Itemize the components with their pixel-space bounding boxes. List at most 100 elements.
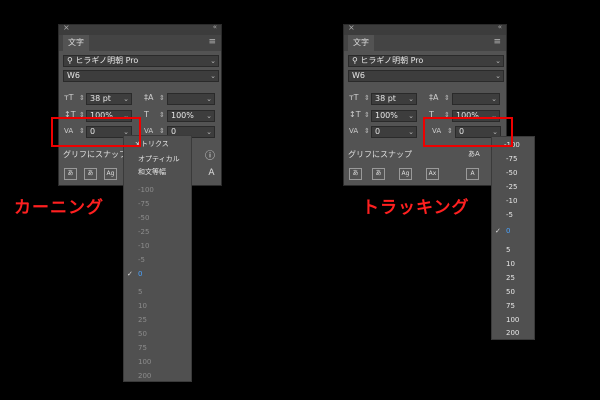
font-family-value: ヒラギノ明朝 Pro [75,56,139,65]
collapse-icon[interactable]: « [213,23,217,31]
leading-icon: ‡A [429,93,439,102]
vertical-scale-icon: ↕T [349,110,361,119]
dropdown-item[interactable]: 25 [138,316,147,324]
tracking-dropdown-menu: -100 -75 -50 -25 -10 -5 ✓ 0 5 10 25 50 7… [491,136,535,340]
dropdown-item[interactable]: 75 [506,302,515,310]
dropdown-item[interactable]: -25 [138,228,149,236]
dropdown-item[interactable]: -10 [506,197,517,205]
dropdown-item[interactable]: 5 [138,288,142,296]
panel-titlebar: × « [344,23,506,35]
dropdown-item[interactable]: 10 [138,302,147,310]
snap-baseline-icon[interactable]: あ [64,168,77,180]
font-style-dropdown[interactable]: W6 ⌄ [348,70,504,82]
chevron-down-icon: ⌄ [495,57,501,65]
kerning-icon: VA [349,127,359,135]
chevron-down-icon: ⌄ [123,95,129,103]
kerning-field[interactable]: 0 ⌄ [371,126,417,138]
snap-angular-icon[interactable]: A [205,168,218,180]
glyph-snap-label: グリフにスナップ [348,150,412,159]
snap-xheight-icon[interactable]: あ [372,168,385,180]
checkmark-icon: ✓ [127,270,133,278]
leading-field[interactable]: ⌄ [452,93,500,105]
tab-character[interactable]: 文字 [63,35,89,51]
snap-glyph-bounds-icon[interactable]: Ag [399,168,412,180]
chevron-down-icon: ⌄ [206,95,212,103]
stepper-icon[interactable]: ⇕ [159,110,165,120]
snap-angular-icon[interactable]: A [466,168,479,180]
horizontal-scale-field[interactable]: 100% ⌄ [167,110,215,122]
leading-field[interactable]: ⌄ [167,93,215,105]
dropdown-item[interactable]: -100 [138,186,154,194]
close-icon[interactable]: × [348,23,355,32]
font-family-dropdown[interactable]: ⚲ ヒラギノ明朝 Pro ⌄ [63,55,219,67]
font-size-field[interactable]: 38 pt ⌄ [371,93,417,105]
chevron-down-icon: ⌄ [408,95,414,103]
font-family-value: ヒラギノ明朝 Pro [360,56,424,65]
font-family-dropdown[interactable]: ⚲ ヒラギノ明朝 Pro ⌄ [348,55,504,67]
dropdown-item[interactable]: -50 [138,214,149,222]
kerning-caption: カーニング [14,198,104,218]
font-size-value: 38 pt [375,94,396,103]
snap-glyph-bounds-icon[interactable]: Ag [104,168,117,180]
font-size-value: 38 pt [90,94,111,103]
vertical-scale-value: 100% [375,111,398,120]
dropdown-item[interactable]: -75 [506,155,517,163]
character-panel-tracking: × « 文字 ≡ ⚲ ヒラギノ明朝 Pro ⌄ W6 ⌄ тT ⇕ 38 pt … [343,23,507,186]
stepper-icon[interactable]: ⇕ [364,93,370,103]
dropdown-item[interactable]: -75 [138,200,149,208]
dropdown-item[interactable]: -50 [506,169,517,177]
tracking-caption: トラッキング [362,198,470,218]
kerning-dropdown-menu: メトリクス オプティカル 和文等幅 -100 -75 -50 -25 -10 -… [123,135,192,382]
dropdown-item[interactable]: 10 [506,260,515,268]
dropdown-item[interactable]: 100 [506,316,519,324]
font-style-dropdown[interactable]: W6 ⌄ [63,70,219,82]
close-icon[interactable]: × [63,23,70,32]
font-size-field[interactable]: 38 pt ⌄ [86,93,132,105]
leading-icon: ‡A [144,93,154,102]
dropdown-item[interactable]: 和文等幅 [138,167,166,177]
dropdown-item[interactable]: 100 [138,358,151,366]
chevron-down-icon: ⌄ [491,95,497,103]
collapse-icon[interactable]: « [498,23,502,31]
dropdown-item[interactable]: 75 [138,344,147,352]
dropdown-item[interactable]: 25 [506,274,515,282]
snap-xheight-icon[interactable]: あ [84,168,97,180]
chevron-down-icon: ⌄ [210,72,216,80]
dropdown-item[interactable]: -5 [138,256,145,264]
horizontal-scale-value: 100% [171,111,194,120]
stepper-icon[interactable]: ⇕ [444,93,450,103]
stepper-icon[interactable]: ⇕ [79,93,85,103]
dropdown-item-selected[interactable]: 0 [506,227,510,235]
info-icon[interactable]: ⓘ [205,147,215,162]
stepper-icon[interactable]: ⇕ [364,126,370,136]
tab-character[interactable]: 文字 [348,35,374,51]
dropdown-item[interactable]: 5 [506,246,510,254]
panel-menu-icon[interactable]: ≡ [208,37,216,47]
dropdown-item[interactable]: -5 [506,211,513,219]
search-icon: ⚲ [67,56,73,65]
font-size-icon: тT [349,93,359,102]
dropdown-item[interactable]: 50 [138,330,147,338]
dropdown-item-selected[interactable]: 0 [138,270,142,278]
stepper-icon[interactable]: ⇕ [364,110,370,120]
search-icon: ⚲ [352,56,358,65]
vertical-scale-field[interactable]: 100% ⌄ [371,110,417,122]
stepper-icon[interactable]: ⇕ [159,93,165,103]
dropdown-item[interactable]: -10 [138,242,149,250]
kerning-highlight-box [51,117,141,147]
dropdown-item[interactable]: 50 [506,288,515,296]
chevron-down-icon: ⌄ [206,112,212,120]
panel-menu-icon[interactable]: ≡ [493,37,501,47]
font-size-icon: тT [64,93,74,102]
dropdown-item[interactable]: 200 [138,372,151,380]
dropdown-item[interactable]: オプティカル [138,154,180,164]
font-style-value: W6 [352,71,365,80]
chevron-down-icon: ⌄ [206,128,212,136]
snap-baseline-icon[interactable]: あ [349,168,362,180]
checkmark-icon: ✓ [495,227,501,235]
snap-proximity-icon[interactable]: Ax [426,168,439,180]
dropdown-item[interactable]: -25 [506,183,517,191]
panel-tabrow: 文字 ≡ [59,35,221,51]
glyph-settings-icon[interactable]: あA [468,149,480,159]
dropdown-item[interactable]: 200 [506,329,519,337]
